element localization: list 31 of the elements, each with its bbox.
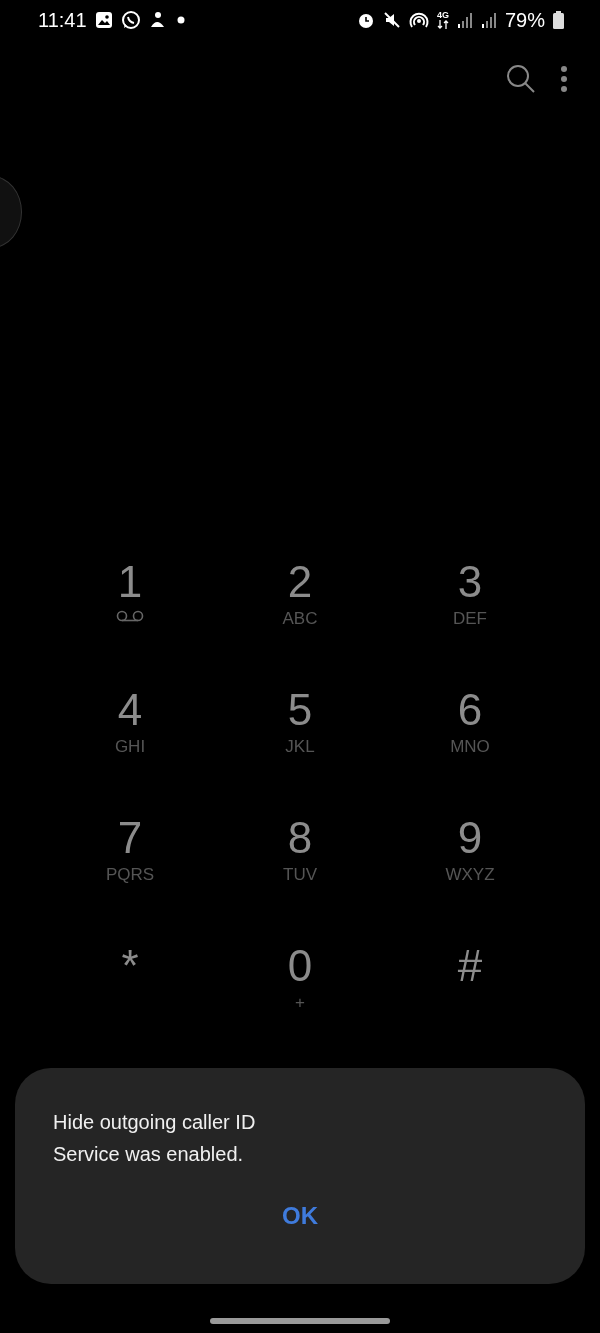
hotspot-icon: [408, 11, 429, 29]
battery-percentage: 79%: [504, 8, 545, 33]
signal-icon: [480, 11, 497, 29]
dial-key[interactable]: #: [385, 944, 555, 1072]
dial-key[interactable]: 0 +: [215, 944, 385, 1072]
dial-key[interactable]: 5 JKL: [215, 688, 385, 816]
network-type: 4G: [436, 11, 449, 20]
dial-key[interactable]: *: [45, 944, 215, 1072]
dial-key[interactable]: 4 GHI: [45, 688, 215, 816]
figure-icon: [148, 11, 165, 29]
status-time: 11:41: [38, 8, 87, 33]
muted-speaker-icon: [382, 11, 401, 29]
more-options-icon[interactable]: [560, 65, 568, 93]
battery-icon: [553, 11, 564, 29]
dial-key[interactable]: 2 ABC: [215, 560, 385, 688]
dial-key[interactable]: 1: [45, 560, 215, 688]
dial-key[interactable]: 9 WXYZ: [385, 816, 555, 944]
search-icon[interactable]: [506, 64, 536, 94]
ok-button[interactable]: OK: [262, 1194, 338, 1238]
data-arrows-icon: [436, 20, 449, 29]
dialog-title: Hide outgoing caller ID: [53, 1110, 257, 1135]
image-icon: [94, 11, 113, 29]
dial-key[interactable]: 8 TUV: [215, 816, 385, 944]
dial-key[interactable]: 3 DEF: [385, 560, 555, 688]
chat-bubble-icon: [120, 10, 141, 30]
dial-key[interactable]: 6 MNO: [385, 688, 555, 816]
dialog-message: Service was enabled.: [53, 1142, 245, 1167]
signal-icon: [456, 11, 473, 29]
dial-key[interactable]: 7 PQRS: [45, 816, 215, 944]
voicemail-icon: [116, 610, 144, 622]
alarm-clock-icon: [356, 11, 375, 29]
